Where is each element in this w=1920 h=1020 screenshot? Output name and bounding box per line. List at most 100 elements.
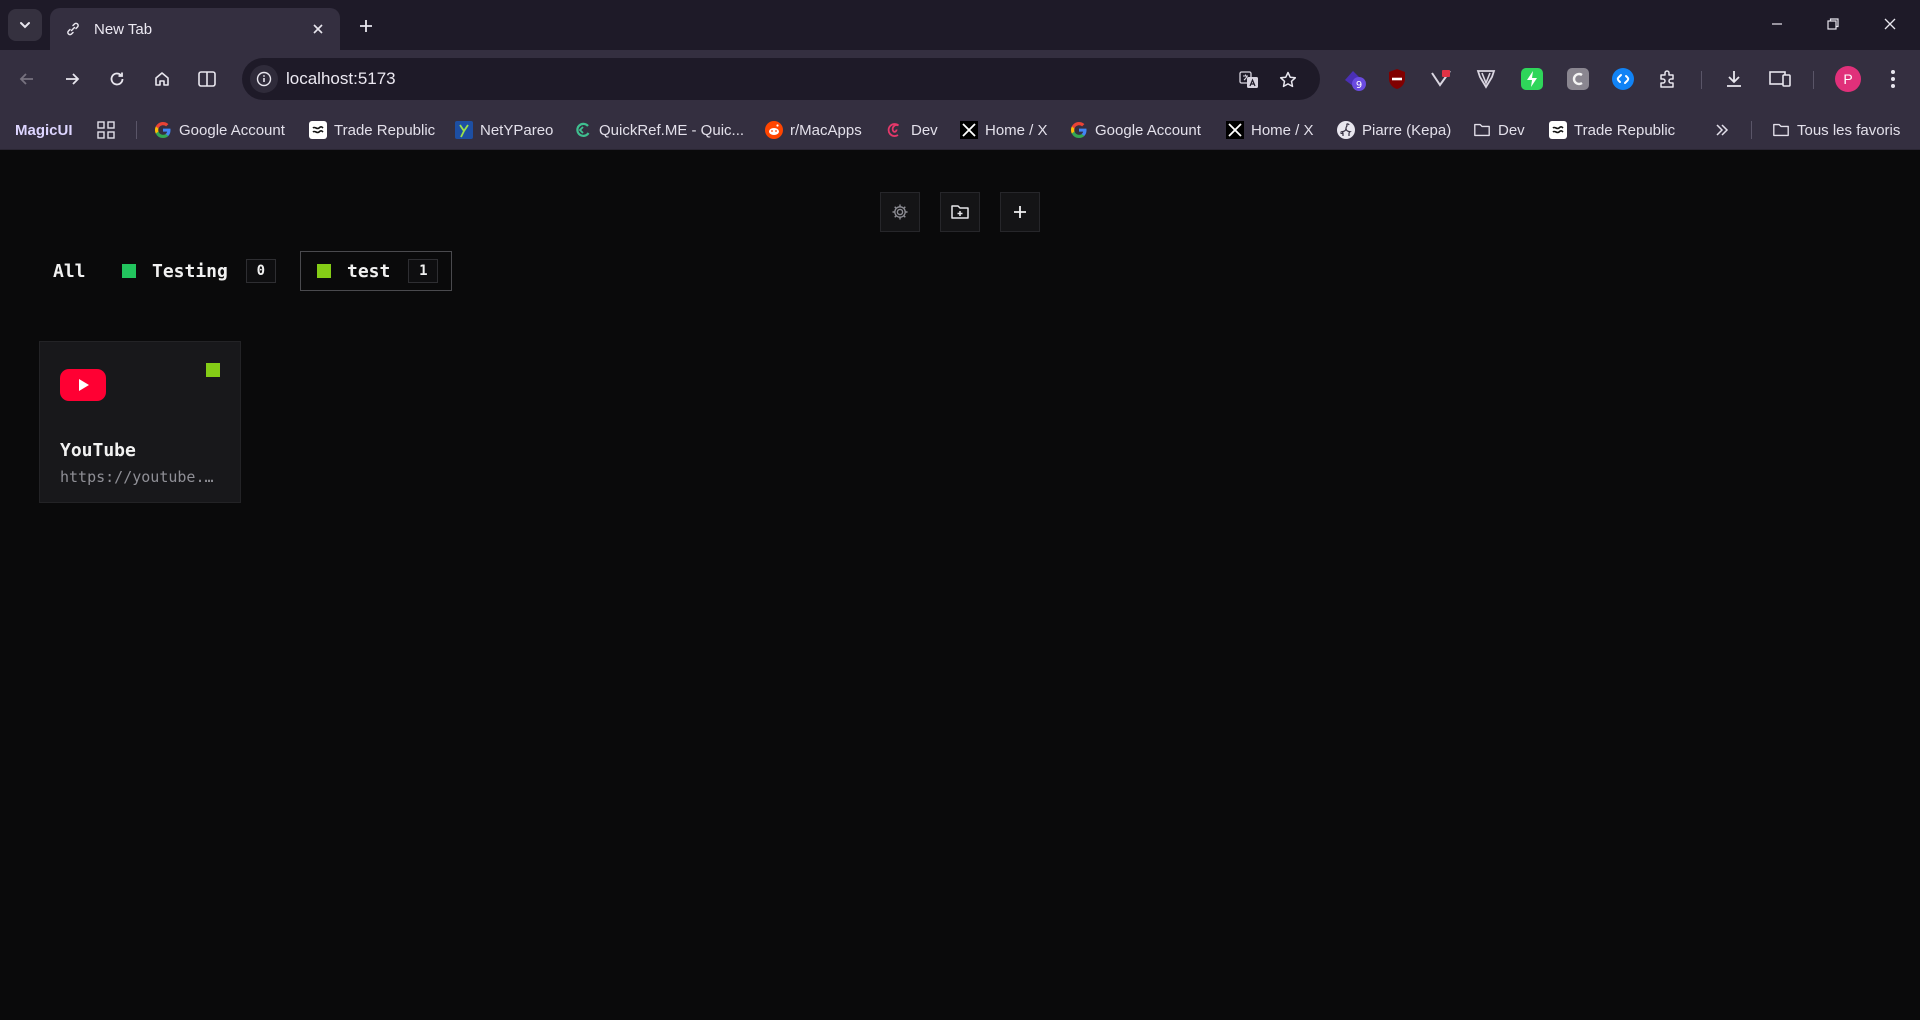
- github-icon: [1337, 121, 1355, 139]
- minimize-button[interactable]: [1757, 8, 1797, 40]
- gear-icon: [892, 204, 908, 220]
- extension-purple-icon[interactable]: 9: [1341, 66, 1367, 92]
- bookmark-label: Dev: [1498, 121, 1525, 139]
- site-info-icon[interactable]: [250, 65, 278, 93]
- settings-button[interactable]: [880, 192, 920, 232]
- restore-icon: [1827, 18, 1839, 30]
- bookmarks-bar: MagicUI Google Account Trade Republic Ne…: [0, 108, 1920, 150]
- bookmark-label: NetYPareo: [480, 121, 554, 139]
- filter-testing[interactable]: Testing 0: [122, 251, 276, 291]
- apps-grid-button[interactable]: [97, 119, 122, 141]
- bookmark-label: Dev: [911, 121, 938, 139]
- browser-toolbar: localhost:5173 9 P: [0, 50, 1920, 108]
- extension-badge-count: 9: [1356, 80, 1362, 91]
- bookmark-trade-republic-2[interactable]: Trade Republic: [1549, 119, 1675, 141]
- bookmark-label: Piarre (Kepa): [1362, 121, 1452, 139]
- bookmark-dev[interactable]: Dev: [886, 119, 938, 141]
- split-view-button[interactable]: [191, 63, 223, 95]
- arrow-right-icon: [66, 73, 80, 85]
- new-folder-button[interactable]: [940, 192, 980, 232]
- bookmark-label: MagicUI: [15, 121, 73, 139]
- filter-test[interactable]: test 1: [300, 251, 452, 291]
- more-bookmarks-button[interactable]: [1713, 119, 1738, 141]
- filter-label: Testing: [152, 260, 228, 282]
- chevron-down-icon: [20, 22, 30, 29]
- reload-icon: [110, 72, 124, 86]
- new-tab-button[interactable]: [352, 12, 380, 40]
- x-icon: [960, 121, 978, 139]
- split-view-icon: [198, 71, 216, 87]
- star-icon[interactable]: [1275, 67, 1301, 93]
- reddit-icon: [765, 121, 783, 139]
- bookmark-netypareo[interactable]: NetYPareo: [455, 119, 553, 141]
- back-button[interactable]: [11, 63, 43, 95]
- bookmark-home-x[interactable]: Home / X: [960, 119, 1048, 141]
- reload-button[interactable]: [101, 63, 133, 95]
- shazam-icon[interactable]: [1610, 66, 1636, 92]
- profile-avatar[interactable]: P: [1835, 66, 1861, 92]
- extension-c-icon[interactable]: [1565, 66, 1591, 92]
- add-link-button[interactable]: [1000, 192, 1040, 232]
- double-chevron-right-icon: [1713, 121, 1731, 139]
- bookmark-label: Home / X: [985, 121, 1048, 139]
- bookmark-reddit-macapps[interactable]: r/MacApps: [765, 119, 862, 141]
- plus-icon: [360, 20, 372, 32]
- url-text[interactable]: localhost:5173: [286, 69, 396, 89]
- filter-label: test: [347, 260, 391, 282]
- bookmark-label: Trade Republic: [334, 121, 436, 139]
- bookmark-github-piarre[interactable]: Piarre (Kepa): [1337, 119, 1451, 141]
- extensions-puzzle-icon[interactable]: [1655, 66, 1681, 92]
- toolbar-separator: [1813, 71, 1814, 89]
- bookmark-label: QuickRef.ME - Quic...: [599, 121, 745, 139]
- extension-flag-icon[interactable]: [1428, 66, 1454, 92]
- group-color-indicator: [206, 363, 220, 377]
- kebab-menu-icon[interactable]: [1880, 66, 1906, 92]
- home-button[interactable]: [146, 63, 178, 95]
- arrow-left-icon: [19, 73, 33, 85]
- folder-plus-icon: [951, 205, 969, 219]
- filter-count-badge: 0: [245, 259, 276, 283]
- card-title: YouTube: [60, 440, 136, 461]
- restore-button[interactable]: [1813, 8, 1853, 40]
- bookmark-magicui[interactable]: MagicUI: [15, 119, 73, 141]
- translate-icon[interactable]: [1236, 67, 1262, 93]
- tab-strip: New Tab: [0, 0, 1920, 50]
- bookmark-folder-dev[interactable]: Dev: [1473, 119, 1525, 141]
- tab-title: New Tab: [94, 20, 153, 38]
- filter-all[interactable]: All: [53, 251, 86, 291]
- bookmark-label: r/MacApps: [790, 121, 862, 139]
- google-icon: [154, 121, 172, 139]
- group-color-swatch: [317, 264, 331, 278]
- bookmark-google-account[interactable]: Google Account: [154, 119, 285, 141]
- extension-green-bolt-icon[interactable]: [1519, 66, 1545, 92]
- tab-new-tab[interactable]: New Tab: [50, 8, 340, 50]
- page-content: All Testing 0 test 1 YouTube https://you…: [0, 151, 1920, 1020]
- all-bookmarks-folder[interactable]: Tous les favoris: [1772, 119, 1900, 141]
- bookmark-separator: [1751, 121, 1752, 139]
- trade-republic-icon: [309, 121, 327, 139]
- bookmark-home-x-2[interactable]: Home / X: [1226, 119, 1314, 141]
- bookmark-label: Google Account: [1095, 121, 1201, 139]
- close-window-button[interactable]: [1870, 8, 1910, 40]
- netypareo-icon: [455, 121, 473, 139]
- cast-devices-icon[interactable]: [1767, 66, 1793, 92]
- link-card[interactable]: YouTube https://youtube.com: [39, 341, 241, 503]
- plus-icon: [1014, 206, 1026, 218]
- folder-icon: [1473, 121, 1491, 139]
- bookmark-trade-republic[interactable]: Trade Republic: [309, 119, 435, 141]
- bookmark-label: Tous les favoris: [1797, 121, 1901, 139]
- bookmark-quickref[interactable]: QuickRef.ME - Quic...: [574, 119, 744, 141]
- ublock-icon[interactable]: [1384, 66, 1410, 92]
- close-icon: [1884, 18, 1896, 30]
- forward-button[interactable]: [56, 63, 88, 95]
- group-color-swatch: [122, 264, 136, 278]
- bookmark-google-account-2[interactable]: Google Account: [1070, 119, 1201, 141]
- extension-kraken-icon[interactable]: [1473, 66, 1499, 92]
- download-icon[interactable]: [1721, 66, 1747, 92]
- close-tab-icon[interactable]: [306, 17, 330, 41]
- minimize-icon: [1772, 23, 1782, 25]
- youtube-icon: [60, 369, 106, 401]
- address-bar[interactable]: localhost:5173: [242, 58, 1320, 100]
- tab-search-button[interactable]: [8, 9, 42, 41]
- debian-swirl-icon: [886, 121, 904, 139]
